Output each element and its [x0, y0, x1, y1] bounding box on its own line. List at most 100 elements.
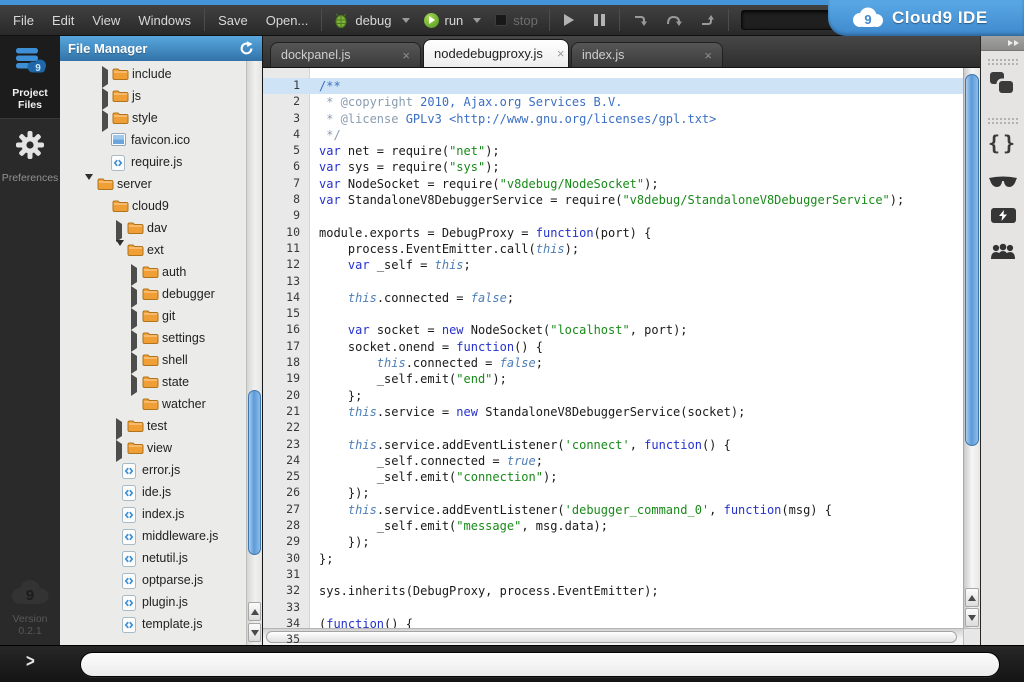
panel-button-inspector[interactable]	[981, 175, 1024, 188]
run-button[interactable]: run	[417, 13, 489, 28]
layers-icon	[990, 72, 1016, 97]
tree-item-require-js[interactable]: require.js	[60, 151, 246, 173]
tree-item-ide-js[interactable]: ide.js	[60, 481, 246, 503]
tab-close-icon[interactable]: ×	[543, 46, 565, 61]
editor-scroll-up-button[interactable]	[965, 588, 979, 607]
collapsed-arrow-icon[interactable]	[116, 422, 122, 436]
stop-button[interactable]: stop	[488, 13, 545, 28]
panel-button-snippets[interactable]: {}	[981, 131, 1024, 155]
save-button[interactable]: Save	[209, 13, 257, 28]
file-manager-header: File Manager	[60, 36, 262, 61]
file-manager-title: File Manager	[68, 41, 147, 56]
debug-button[interactable]: debug	[326, 13, 416, 28]
tree-item-watcher[interactable]: watcher	[60, 393, 246, 415]
step-over-icon[interactable]	[665, 13, 683, 28]
tab-nodedebugproxy-js[interactable]: nodedebugproxy.js×	[423, 39, 569, 67]
tree-item-shell[interactable]: shell	[60, 349, 246, 371]
editor-vertical-scrollbar[interactable]	[963, 68, 980, 628]
code-content[interactable]: /** * @copyright 2010, Ajax.org Services…	[311, 68, 963, 628]
code-line: * @copyright 2010, Ajax.org Services B.V…	[319, 94, 963, 110]
step-into-icon[interactable]	[632, 13, 649, 28]
scroll-up-button[interactable]	[248, 602, 261, 621]
collapsed-arrow-icon[interactable]	[131, 290, 137, 304]
line-number: 1	[263, 78, 309, 94]
tree-item-dav[interactable]: dav	[60, 217, 246, 239]
resume-button[interactable]	[564, 14, 574, 26]
tree-item-label: ext	[147, 243, 164, 257]
refresh-icon[interactable]	[239, 41, 254, 56]
sidebar-item-preferences[interactable]: Preferences	[0, 119, 60, 192]
tree-item-template-js[interactable]: template.js	[60, 613, 246, 635]
editor-horizontal-scrollbar[interactable]	[263, 628, 963, 645]
drag-grip[interactable]	[987, 117, 1018, 124]
menu-view[interactable]: View	[83, 13, 129, 28]
right-rail-collapse-bar[interactable]	[981, 36, 1024, 51]
tree-item-plugin-js[interactable]: plugin.js	[60, 591, 246, 613]
collapsed-arrow-icon[interactable]	[102, 70, 108, 84]
expanded-arrow-icon[interactable]	[116, 246, 124, 260]
scroll-down-button[interactable]	[248, 623, 261, 642]
collapsed-arrow-icon[interactable]	[116, 444, 122, 458]
menu-windows[interactable]: Windows	[129, 13, 200, 28]
tree-item-style[interactable]: style	[60, 107, 246, 129]
tree-item-view[interactable]: view	[60, 437, 246, 459]
tree-item-netutil-js[interactable]: netutil.js	[60, 547, 246, 569]
line-number: 25	[263, 469, 309, 485]
collapsed-arrow-icon[interactable]	[102, 114, 108, 128]
line-number: 16	[263, 322, 309, 338]
collapsed-arrow-icon[interactable]	[131, 268, 137, 282]
folder-icon	[127, 441, 144, 458]
folder-icon	[142, 375, 159, 392]
debug-caret-icon[interactable]	[402, 18, 410, 23]
collapsed-arrow-icon[interactable]	[102, 92, 108, 106]
expanded-arrow-icon[interactable]	[85, 180, 93, 194]
collapsed-arrow-icon[interactable]	[131, 334, 137, 348]
tree-item-error-js[interactable]: error.js	[60, 459, 246, 481]
collapsed-arrow-icon[interactable]	[116, 224, 122, 238]
code-editor[interactable]: 1234567891011121314151617181920212223242…	[263, 68, 980, 645]
menu-edit[interactable]: Edit	[43, 13, 83, 28]
tree-item-label: view	[147, 441, 172, 455]
editor-scroll-thumb[interactable]	[965, 74, 979, 446]
tab-index-js[interactable]: index.js×	[571, 42, 723, 67]
tree-item-debugger[interactable]: debugger	[60, 283, 246, 305]
tree-item-cloud9[interactable]: cloud9	[60, 195, 246, 217]
run-caret-icon[interactable]	[473, 18, 481, 23]
panel-button-members[interactable]	[981, 243, 1024, 260]
file-tree-scroll-thumb[interactable]	[248, 390, 261, 555]
tree-item-js[interactable]: js	[60, 85, 246, 107]
panel-button-console[interactable]	[981, 208, 1024, 223]
tree-item-ext[interactable]: ext	[60, 239, 246, 261]
tree-item-auth[interactable]: auth	[60, 261, 246, 283]
tree-item-include[interactable]: include	[60, 63, 246, 85]
tree-item-optparse-js[interactable]: optparse.js	[60, 569, 246, 591]
menu-file[interactable]: File	[4, 13, 43, 28]
editor-hscroll-thumb[interactable]	[266, 631, 957, 643]
tree-item-git[interactable]: git	[60, 305, 246, 327]
tab-close-icon[interactable]: ×	[690, 48, 712, 63]
tree-item-favicon-ico[interactable]: favicon.ico	[60, 129, 246, 151]
open-button[interactable]: Open...	[257, 13, 318, 28]
collapsed-arrow-icon[interactable]	[131, 378, 137, 392]
tree-item-settings[interactable]: settings	[60, 327, 246, 349]
tree-item-server[interactable]: server	[60, 173, 246, 195]
tab-close-icon[interactable]: ×	[388, 48, 410, 63]
pause-button[interactable]	[594, 14, 605, 26]
tree-item-state[interactable]: state	[60, 371, 246, 393]
drag-grip[interactable]	[987, 58, 1018, 65]
folder-icon	[127, 221, 144, 238]
sidebar-item-project-files[interactable]: 9 Project Files	[0, 36, 60, 119]
tree-item-middleware-js[interactable]: middleware.js	[60, 525, 246, 547]
js-icon	[122, 573, 136, 592]
panel-button-dock[interactable]	[981, 72, 1024, 97]
editor-scroll-down-button[interactable]	[965, 608, 979, 627]
collapsed-arrow-icon[interactable]	[131, 356, 137, 370]
console-input[interactable]	[80, 652, 1000, 677]
tree-item-test[interactable]: test	[60, 415, 246, 437]
tab-dockpanel-js[interactable]: dockpanel.js×	[270, 42, 421, 67]
step-out-icon[interactable]	[699, 13, 716, 28]
collapsed-arrow-icon[interactable]	[131, 312, 137, 326]
file-tree-scrollbar[interactable]	[246, 61, 262, 645]
tree-item-index-js[interactable]: index.js	[60, 503, 246, 525]
js-icon	[122, 507, 136, 526]
